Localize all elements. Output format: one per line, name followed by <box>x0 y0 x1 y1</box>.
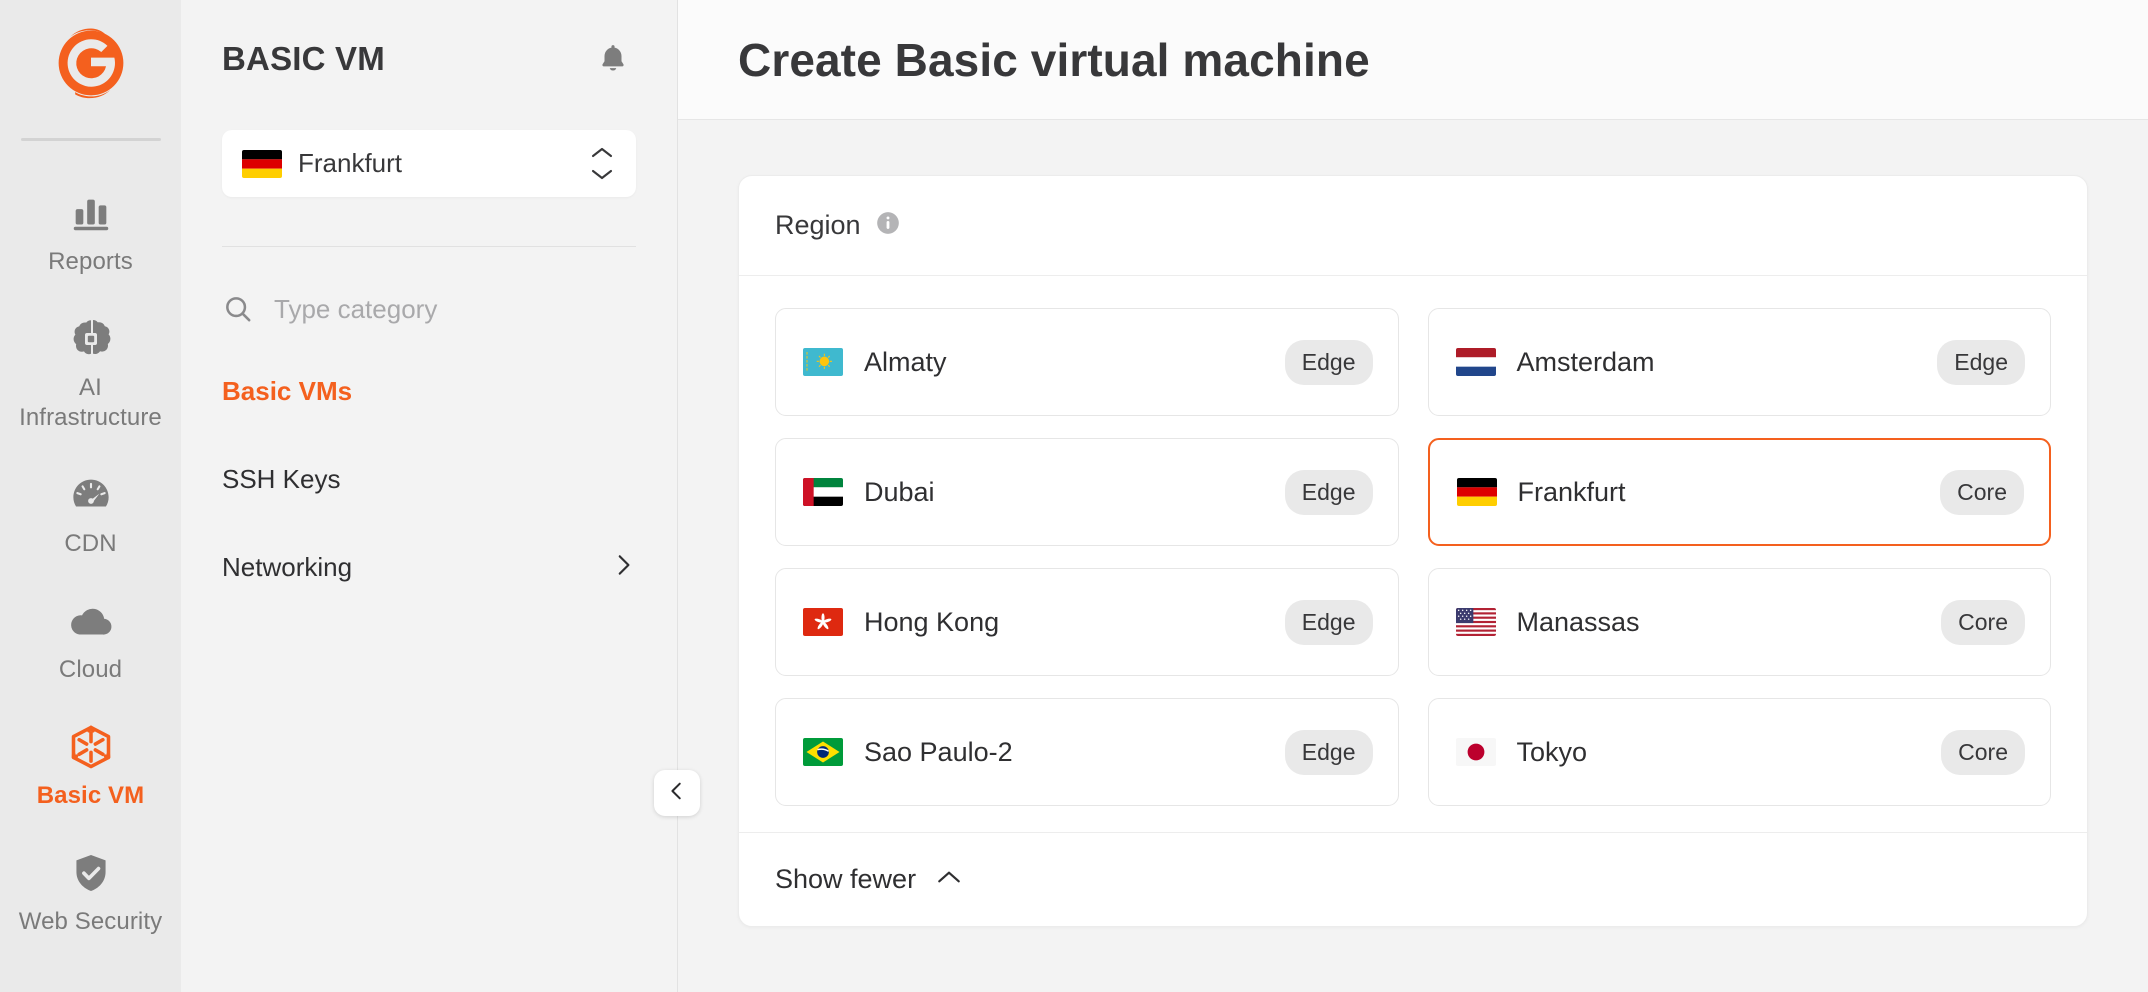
region-option-tokyo[interactable]: Tokyo Core <box>1428 698 2052 806</box>
region-name: Hong Kong <box>864 607 1285 638</box>
region-name: Manassas <box>1517 607 1942 638</box>
region-option-sao-paulo-2[interactable]: Sao Paulo-2 Edge <box>775 698 1399 806</box>
region-option-hong-kong[interactable]: Hong Kong Edge <box>775 568 1399 676</box>
bell-icon[interactable] <box>590 36 636 82</box>
chevron-right-icon <box>610 552 636 583</box>
secondary-nav-panel: BASIC VM Frankfurt <box>181 0 678 992</box>
flag-jp-icon <box>1456 738 1496 766</box>
speedometer-icon <box>68 469 114 521</box>
category-list: Basic VMs SSH Keys Networking <box>222 369 636 590</box>
category-item-networking[interactable]: Networking <box>222 545 636 590</box>
region-badge: Core <box>1941 730 2025 775</box>
rail-divider <box>21 138 161 141</box>
flag-ae-icon <box>803 478 843 506</box>
flag-de-icon <box>242 150 282 178</box>
region-card-header: Region <box>739 176 2087 276</box>
rail-item-label: AI Infrastructure <box>8 373 173 433</box>
category-item-ssh-keys[interactable]: SSH Keys <box>222 457 636 502</box>
cloud-icon <box>66 595 116 647</box>
region-grid: Almaty Edge Amsterdam E <box>739 276 2087 832</box>
main-body: Region <box>678 120 2148 992</box>
region-badge: Core <box>1940 470 2024 515</box>
category-item-label: SSH Keys <box>222 464 341 495</box>
brain-chip-icon <box>67 313 115 365</box>
region-label: Region <box>775 210 861 241</box>
region-name: Amsterdam <box>1517 347 1938 378</box>
region-name: Frankfurt <box>1518 477 1941 508</box>
show-fewer-label: Show fewer <box>775 864 916 895</box>
rail-item-label: Cloud <box>59 655 122 685</box>
gcore-logo-icon[interactable] <box>54 26 128 100</box>
flag-br-icon <box>803 738 843 766</box>
region-name: Tokyo <box>1517 737 1942 768</box>
region-option-amsterdam[interactable]: Amsterdam Edge <box>1428 308 2052 416</box>
rail-item-label: Web Security <box>19 907 162 937</box>
region-selector[interactable]: Frankfurt <box>222 130 636 197</box>
flag-nl-icon <box>1456 348 1496 376</box>
rail-item-ai-infrastructure[interactable]: AI Infrastructure <box>0 295 181 451</box>
region-card-footer: Show fewer <box>739 832 2087 926</box>
region-name: Almaty <box>864 347 1285 378</box>
region-badge: Edge <box>1285 470 1373 515</box>
region-badge: Core <box>1941 600 2025 645</box>
primary-nav-rail: Reports AI Infrastructure <box>0 0 181 992</box>
region-name: Sao Paulo-2 <box>864 737 1285 768</box>
flag-us-icon <box>1456 608 1496 636</box>
region-option-almaty[interactable]: Almaty Edge <box>775 308 1399 416</box>
search-input[interactable] <box>274 294 636 325</box>
rail-item-basic-vm[interactable]: Basic VM <box>0 703 181 829</box>
flag-de-icon <box>1457 478 1497 506</box>
search-icon <box>222 293 254 325</box>
chevron-up-down-icon[interactable] <box>590 146 614 181</box>
region-option-manassas[interactable]: Manassas Core <box>1428 568 2052 676</box>
flag-kz-icon <box>803 348 843 376</box>
rail-item-cloud[interactable]: Cloud <box>0 577 181 703</box>
rail-item-cdn[interactable]: CDN <box>0 451 181 577</box>
app-root: Reports AI Infrastructure <box>0 0 2148 992</box>
region-badge: Edge <box>1937 340 2025 385</box>
rail-item-reports[interactable]: Reports <box>0 169 181 295</box>
panel-title: BASIC VM <box>222 39 385 79</box>
region-card: Region <box>738 175 2088 927</box>
region-badge: Edge <box>1285 730 1373 775</box>
shield-check-icon <box>68 847 114 899</box>
panel-collapse-button[interactable] <box>654 770 700 816</box>
region-option-dubai[interactable]: Dubai Edge <box>775 438 1399 546</box>
rail-item-label: Basic VM <box>37 781 145 811</box>
flag-hk-icon <box>803 608 843 636</box>
region-selector-value: Frankfurt <box>298 148 590 179</box>
region-name: Dubai <box>864 477 1285 508</box>
page-title: Create Basic virtual machine <box>738 32 1370 88</box>
category-item-label: Networking <box>222 552 352 583</box>
category-search <box>222 287 636 331</box>
cube-icon <box>66 721 116 773</box>
main-content: Create Basic virtual machine Region <box>678 0 2148 992</box>
bar-chart-icon <box>68 187 114 239</box>
rail-item-label: CDN <box>64 529 116 559</box>
chevron-up-icon <box>936 869 962 890</box>
main-header: Create Basic virtual machine <box>678 0 2148 120</box>
category-item-label: Basic VMs <box>222 376 352 407</box>
info-icon[interactable] <box>875 210 901 241</box>
region-option-frankfurt[interactable]: Frankfurt Core <box>1428 438 2052 546</box>
chevron-left-icon <box>666 780 688 807</box>
panel-header: BASIC VM <box>222 0 636 82</box>
rail-item-label: Reports <box>48 247 133 277</box>
region-badge: Edge <box>1285 340 1373 385</box>
category-item-basic-vms[interactable]: Basic VMs <box>222 369 636 414</box>
panel-divider <box>222 246 636 247</box>
show-fewer-button[interactable]: Show fewer <box>775 864 962 895</box>
region-badge: Edge <box>1285 600 1373 645</box>
rail-item-web-security[interactable]: Web Security <box>0 829 181 955</box>
